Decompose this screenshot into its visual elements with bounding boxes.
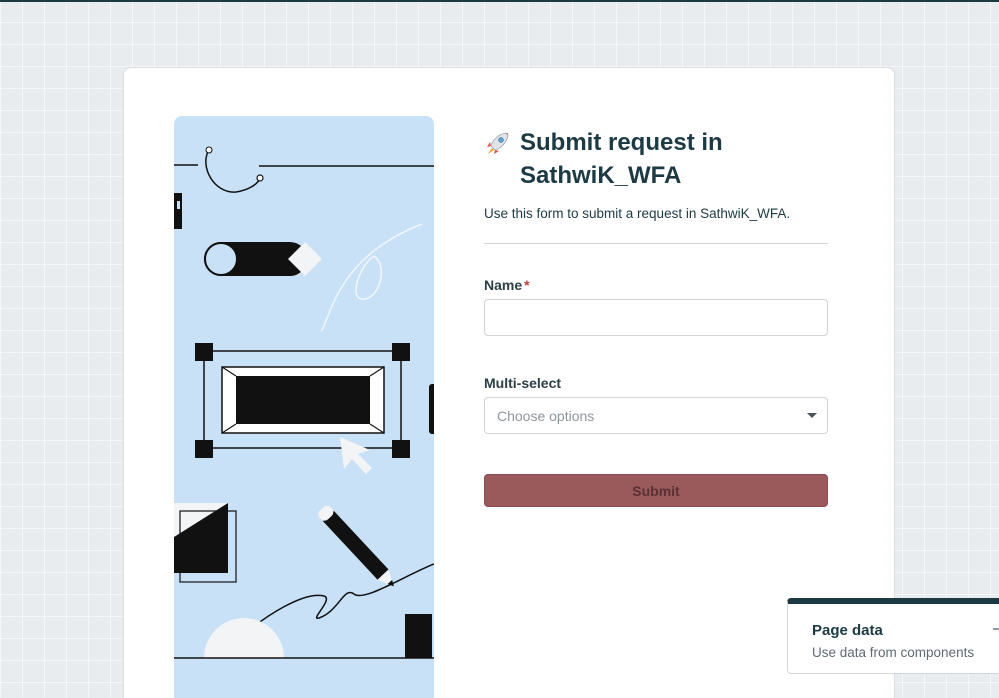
rocket-icon (484, 129, 512, 157)
name-input[interactable] (484, 299, 828, 336)
request-form: Submit request in SathwiK_WFA Use this f… (484, 126, 828, 507)
required-marker: * (524, 277, 530, 293)
chevron-down-icon (807, 413, 817, 418)
form-description: Use this form to submit a request in Sat… (484, 206, 791, 221)
multi-select-label: Multi-select (484, 375, 562, 391)
divider (484, 243, 828, 244)
name-label-text: Name (484, 277, 523, 293)
submit-button[interactable]: Submit (484, 474, 828, 507)
page-data-title: Page data (812, 622, 883, 639)
top-bar (0, 0, 999, 2)
form-illustration (174, 116, 434, 698)
form-title: Submit request in SathwiK_WFA (484, 126, 828, 192)
name-field-label: Name * (484, 277, 828, 293)
page-title: Submit request in SathwiK_WFA (520, 129, 723, 189)
page-data-subtitle: Use data from components (812, 645, 975, 660)
drag-handle-icon[interactable] (993, 628, 999, 630)
page-data-panel[interactable]: Page data Use data from components (787, 598, 999, 674)
multi-select-placeholder: Choose options (497, 407, 595, 424)
multi-select-dropdown[interactable]: Choose options (484, 397, 828, 434)
